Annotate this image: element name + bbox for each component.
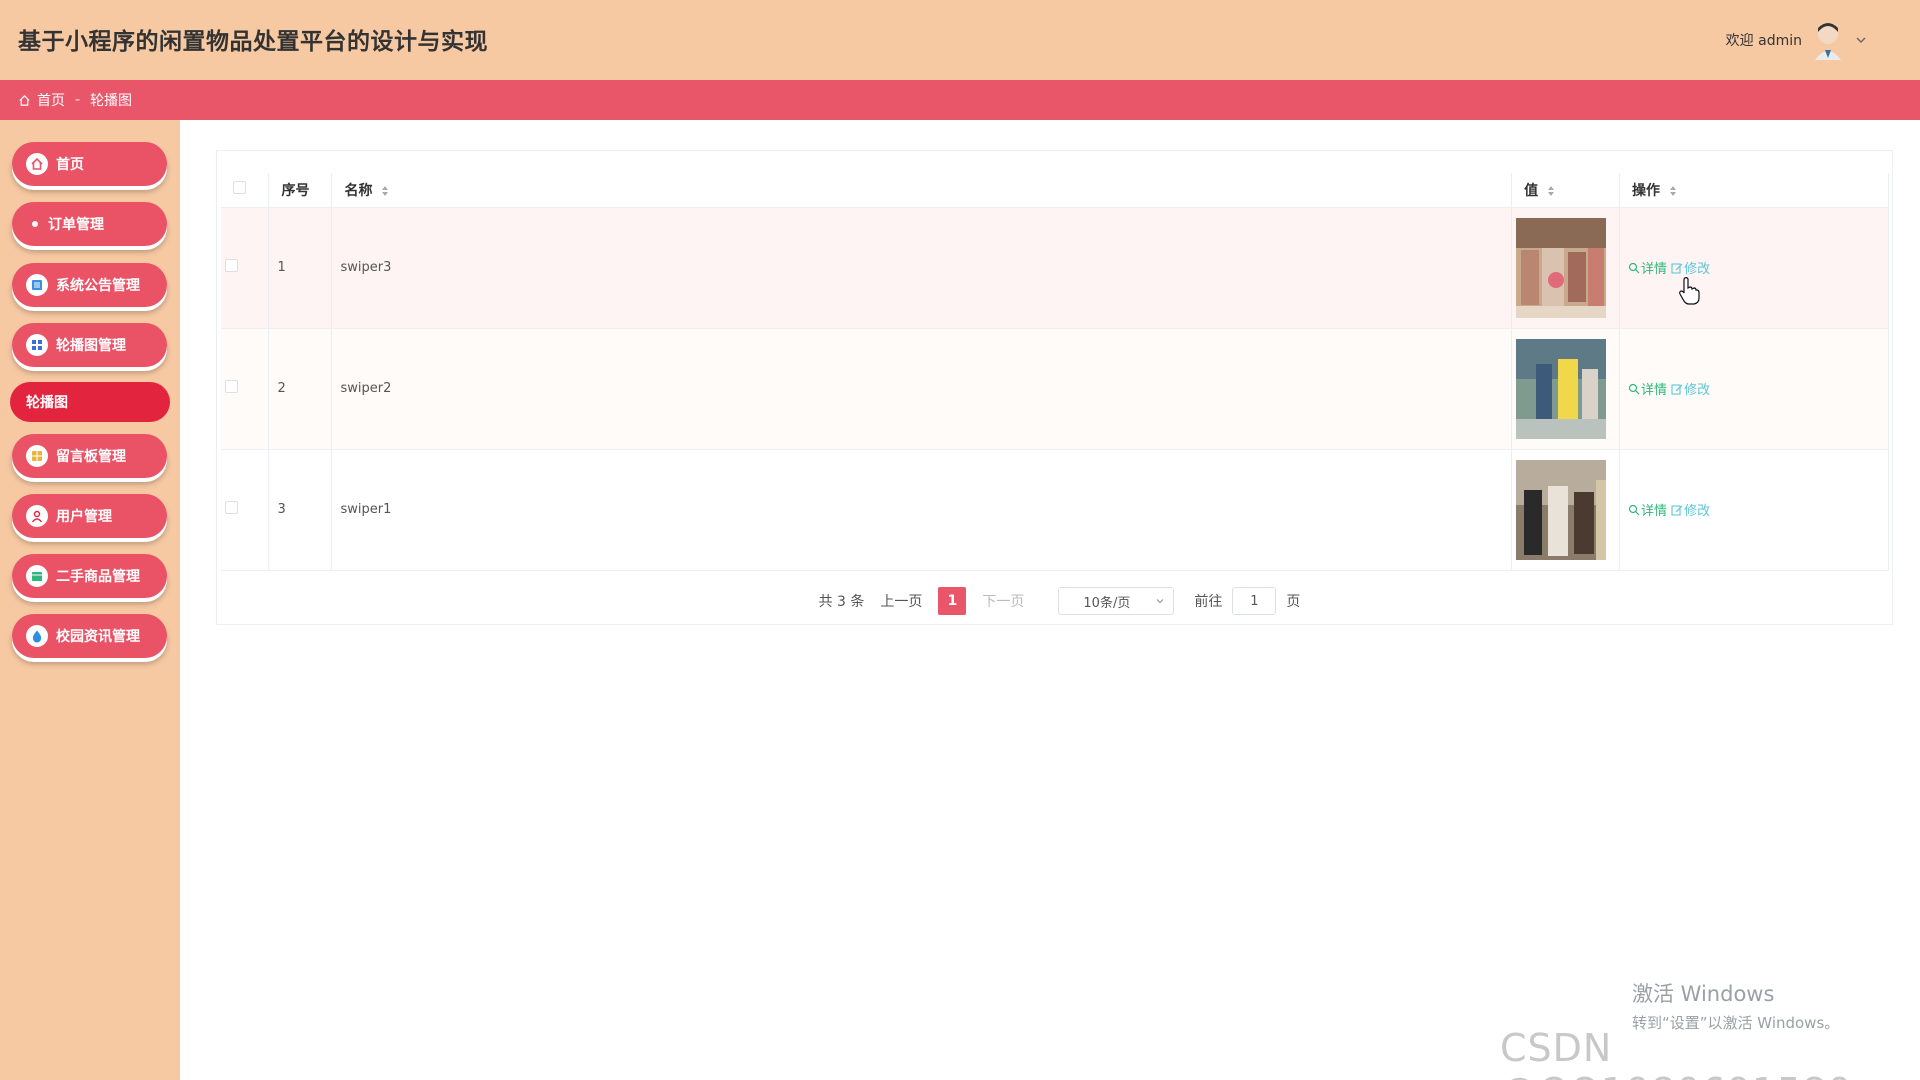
carousel-image[interactable] (1516, 338, 1607, 439)
sidebar-item-label: 轮播图 (26, 395, 68, 411)
search-icon (1628, 504, 1640, 515)
row-actions: 详情 修改 (1628, 379, 1888, 398)
csdn-watermark: CSDN @QQ1980691580 (1500, 1026, 1852, 1080)
detail-button[interactable]: 详情 (1628, 500, 1667, 519)
welcome-text: 欢迎 admin (1725, 33, 1802, 49)
top-header: 基于小程序的闲置物品处置平台的设计与实现 欢迎 admin (0, 0, 1920, 80)
breadcrumb: 首页 - 轮播图 (0, 80, 1920, 120)
sort-icon[interactable] (1669, 185, 1677, 197)
table-header-row: 序号 名称 值 操作 (221, 173, 1889, 208)
sidebar-item-home[interactable]: 首页 (12, 142, 167, 186)
detail-button[interactable]: 详情 (1628, 379, 1667, 398)
search-icon (1628, 262, 1640, 273)
column-header-value[interactable]: 值 (1511, 173, 1621, 208)
select-all-checkbox[interactable] (233, 181, 246, 195)
sidebar: 首页 订单管理 系统公告管理 轮播图管理 轮播图 留言板管理 用户管理 二手商品 (0, 120, 180, 1080)
sidebar-item-news[interactable]: 校园资讯管理 (12, 614, 167, 658)
carousel-image[interactable] (1516, 217, 1607, 318)
sidebar-item-carousel-mgmt[interactable]: 轮播图管理 (12, 323, 167, 367)
row-name: swiper2 (331, 328, 1513, 450)
pagination: 共 3 条 上一页 1 下一页 10条/页 前往 1 页 (217, 586, 1894, 616)
goto-page-input[interactable]: 1 (1232, 587, 1277, 615)
chevron-down-icon (1156, 599, 1164, 604)
chevron-down-icon[interactable] (1854, 33, 1868, 47)
avatar[interactable] (1810, 20, 1846, 60)
content-panel: 序号 名称 值 操作 1 swiper3 详情 修改 2 swiper2 详情 … (216, 150, 1893, 625)
edit-button[interactable]: 修改 (1671, 258, 1710, 277)
row-checkbox[interactable] (225, 501, 238, 514)
sidebar-item-label: 首页 (56, 157, 84, 173)
notice-icon (26, 274, 48, 296)
row-actions: 详情 修改 (1628, 258, 1888, 277)
windows-activation-title: 激活 Windows (1632, 982, 1775, 1006)
sidebar-item-orders[interactable]: 订单管理 (12, 202, 167, 246)
windows-activation-watermark: 激活 Windows 转到“设置”以激活 Windows。 (1632, 978, 1839, 1033)
page-size-select[interactable]: 10条/页 (1058, 587, 1175, 615)
row-index: 1 (268, 207, 333, 329)
breadcrumb-separator: - (75, 92, 81, 108)
sidebar-subitem-carousel[interactable]: 轮播图 (10, 382, 170, 422)
sort-icon[interactable] (1547, 185, 1555, 197)
app-title: 基于小程序的闲置物品处置平台的设计与实现 (18, 29, 488, 55)
goto-label: 前往 (1194, 594, 1223, 610)
row-index: 3 (268, 449, 333, 571)
edit-button[interactable]: 修改 (1671, 500, 1710, 519)
column-header-action[interactable]: 操作 (1619, 173, 1889, 208)
home-icon (19, 94, 30, 106)
page-size-value: 10条/页 (1083, 595, 1131, 611)
column-header-name[interactable]: 名称 (331, 173, 1513, 208)
table-row: 3 swiper1 详情 修改 (221, 449, 1889, 571)
sort-icon[interactable] (381, 185, 389, 197)
edit-icon (1671, 383, 1683, 395)
sidebar-item-users[interactable]: 用户管理 (12, 494, 167, 538)
edit-icon (1671, 504, 1683, 516)
home-icon (26, 153, 48, 175)
sidebar-item-messages[interactable]: 留言板管理 (12, 434, 167, 478)
drop-icon (26, 625, 48, 647)
row-actions: 详情 修改 (1628, 500, 1888, 519)
sidebar-item-label: 轮播图管理 (56, 338, 126, 354)
breadcrumb-home[interactable]: 首页 (37, 90, 65, 110)
sidebar-item-label: 校园资讯管理 (56, 629, 140, 645)
edit-button[interactable]: 修改 (1671, 379, 1710, 398)
page-unit: 页 (1286, 594, 1301, 610)
row-name: swiper3 (331, 207, 1513, 329)
sidebar-item-label: 系统公告管理 (56, 278, 140, 294)
sidebar-item-label: 用户管理 (56, 509, 112, 525)
user-icon (26, 505, 48, 527)
next-page-button[interactable]: 下一页 (976, 587, 1030, 615)
search-icon (1628, 383, 1640, 394)
sidebar-item-label: 二手商品管理 (56, 569, 140, 585)
edit-icon (1671, 262, 1683, 274)
table-row: 1 swiper3 详情 修改 (221, 207, 1889, 329)
goods-icon (26, 565, 48, 587)
prev-page-button[interactable]: 上一页 (874, 587, 928, 615)
dot-icon (32, 221, 38, 227)
row-name: swiper1 (331, 449, 1513, 571)
data-table: 序号 名称 值 操作 1 swiper3 详情 修改 2 swiper2 详情 … (221, 173, 1889, 571)
grid-icon (26, 334, 48, 356)
current-page-button[interactable]: 1 (938, 587, 967, 615)
breadcrumb-current: 轮播图 (90, 93, 133, 109)
sidebar-item-goods[interactable]: 二手商品管理 (12, 554, 167, 598)
table-row: 2 swiper2 详情 修改 (221, 328, 1889, 450)
row-index: 2 (268, 328, 333, 450)
row-checkbox[interactable] (225, 259, 238, 272)
hand-cursor-icon (1679, 277, 1700, 305)
detail-button[interactable]: 详情 (1628, 258, 1667, 277)
pagination-total: 共 3 条 (818, 594, 865, 610)
sidebar-item-label: 留言板管理 (56, 449, 126, 465)
sidebar-item-notices[interactable]: 系统公告管理 (12, 263, 167, 307)
message-icon (26, 445, 48, 467)
column-header-index: 序号 (268, 173, 333, 208)
carousel-image[interactable] (1516, 459, 1607, 560)
row-checkbox[interactable] (225, 380, 238, 393)
user-menu[interactable]: 欢迎 admin (1726, 20, 1868, 60)
sidebar-item-label: 订单管理 (48, 217, 104, 233)
